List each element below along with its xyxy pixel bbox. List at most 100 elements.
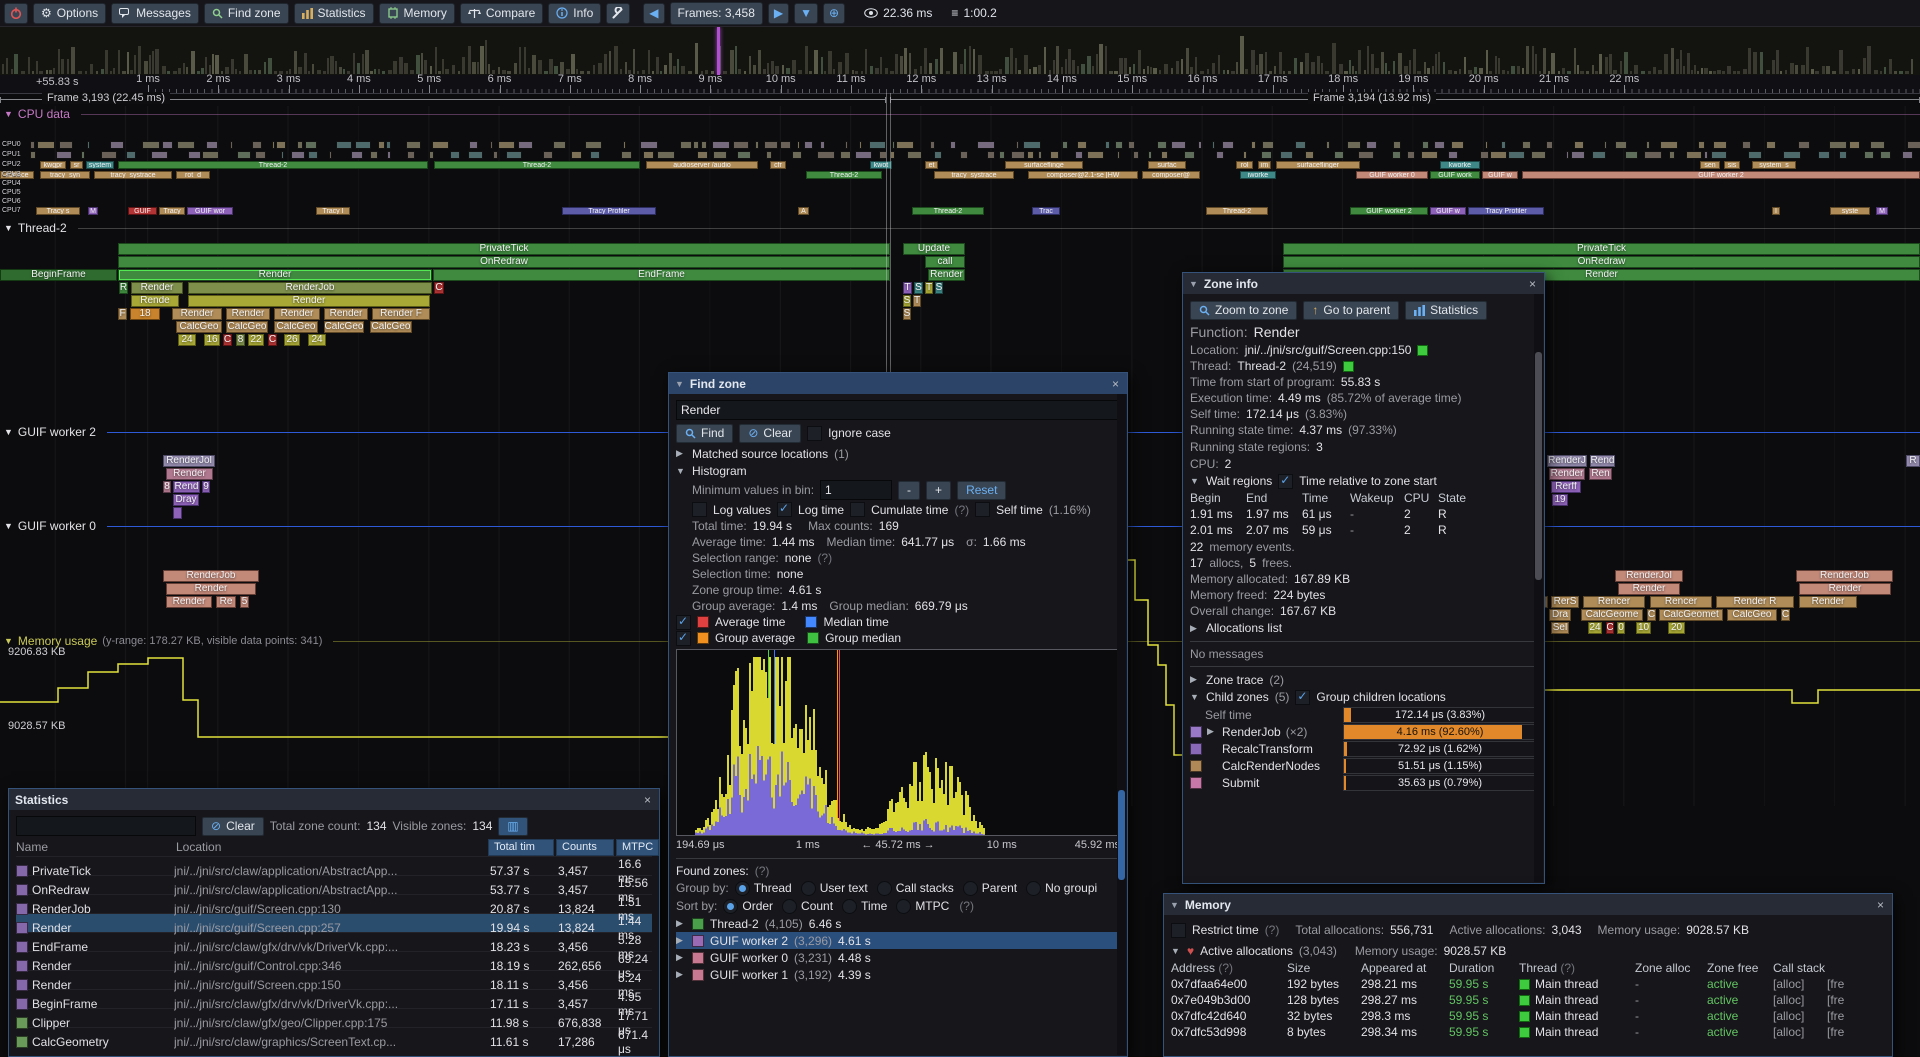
timeline-zone[interactable]: Thread-2 <box>912 207 984 215</box>
column-zone-free[interactable]: Zone free <box>1707 961 1773 975</box>
timeline-zone[interactable]: Rencer <box>1650 596 1712 608</box>
timeline-zone[interactable]: Tracy <box>159 207 185 215</box>
timeline-zone[interactable]: GUIF worker 0 <box>1356 171 1428 179</box>
clear-button[interactable]: ⊘ Clear <box>739 424 801 443</box>
timeline-zone[interactable]: GUIF <box>128 207 157 215</box>
scrollbar[interactable] <box>1117 394 1126 1055</box>
stats-row[interactable]: PrivateTick jni/../jni/src/claw/applicat… <box>16 856 652 875</box>
column-total-time[interactable]: Total tim <box>488 839 554 856</box>
timeline-zone[interactable]: call <box>925 256 965 268</box>
allocation-row[interactable]: 0x7dfc53d998 8 bytes 298.34 ms 59.95 s M… <box>1171 1024 1885 1040</box>
timeline-zone[interactable]: CalcGeo <box>274 321 318 333</box>
column-mtpc[interactable]: MTPC <box>616 839 659 856</box>
allocation-row[interactable]: 0x7dfaa64e00 192 bytes 298.21 ms 59.95 s… <box>1171 976 1885 992</box>
allocation-address[interactable]: 0x7dfc53d998 <box>1171 1025 1287 1039</box>
cumulate-time-checkbox[interactable] <box>850 502 865 517</box>
alloc-call-stack-link[interactable]: [alloc] <box>1773 1025 1827 1039</box>
timeline-zone[interactable]: Tracy Profiler <box>562 207 656 215</box>
show-group-average-checkbox[interactable] <box>676 631 691 646</box>
wait-region-row[interactable]: 2.01 ms2.07 ms 59 μs- 2R <box>1190 522 1537 538</box>
find-button[interactable]: Find <box>676 424 733 443</box>
free-call-stack-link[interactable]: [fre <box>1827 1009 1885 1023</box>
statistics-button[interactable]: Statistics <box>294 3 374 24</box>
timeline-zone[interactable]: Render <box>928 269 965 281</box>
column-thread[interactable]: Thread (?) <box>1519 961 1635 975</box>
zone-trace-label[interactable]: Zone trace <box>1206 673 1263 687</box>
compare-button[interactable]: Compare <box>460 3 543 24</box>
restrict-time-checkbox[interactable] <box>1171 923 1186 938</box>
timeline-zone[interactable]: T <box>913 295 921 307</box>
collapse-icon[interactable]: ▼ <box>4 521 13 531</box>
show-average-checkbox[interactable] <box>676 615 691 630</box>
group-by-radio[interactable]: User text <box>801 881 868 896</box>
timeline-zone[interactable]: PrivateTick <box>118 243 890 255</box>
timeline-zone[interactable]: CalcGeome <box>1581 609 1643 621</box>
expand-icon[interactable]: ▶ <box>676 969 686 980</box>
timeline-zone[interactable]: R <box>119 282 128 294</box>
min-values-input[interactable] <box>820 480 892 500</box>
close-icon[interactable]: × <box>1527 277 1538 291</box>
allocation-row[interactable]: 0x7dfc42d640 32 bytes 298.3 ms 59.95 s M… <box>1171 1008 1885 1024</box>
timeline-zone[interactable]: Rencer <box>1583 596 1645 608</box>
frame-3193-label[interactable]: Frame 3,193 (22.45 ms) <box>42 92 170 104</box>
collapse-icon[interactable]: ▼ <box>4 223 13 233</box>
zone-thread[interactable]: Thread-2 <box>1237 359 1286 373</box>
group-by-radio[interactable]: No groupi <box>1026 881 1097 896</box>
timeline-zone[interactable]: F <box>118 308 127 320</box>
timeline-zone[interactable]: S <box>903 308 911 320</box>
find-zone-histogram[interactable] <box>676 649 1120 836</box>
group-by-radio[interactable]: Call stacks <box>877 881 954 896</box>
timeline-zone[interactable]: GUIF wor <box>187 207 233 215</box>
timeline-zone[interactable]: Update <box>903 243 965 255</box>
timeline-zone[interactable]: Render <box>172 308 222 320</box>
column-counts[interactable]: Counts <box>556 839 614 856</box>
timeline-zone[interactable]: sis <box>1724 161 1740 169</box>
allocation-address[interactable]: 0x7e049b3d00 <box>1171 993 1287 1007</box>
child-zone-row[interactable]: Submit 35.63 μs (0.79%) <box>1190 774 1537 791</box>
zone-statistics-button[interactable]: Statistics <box>1405 301 1487 320</box>
ignore-case-checkbox[interactable] <box>807 426 822 441</box>
column-duration[interactable]: Duration <box>1449 961 1519 975</box>
timeline-zone[interactable]: RenderJol <box>163 455 215 467</box>
timeline-zone[interactable]: surfaceflinge <box>1005 161 1083 169</box>
timeline-zone[interactable]: Thread-2 <box>434 161 640 169</box>
frame-markers-row[interactable]: Frame 3,193 (22.45 ms) Frame 3,194 (13.9… <box>0 93 1920 106</box>
timeline-zone[interactable]: system_s <box>1752 161 1796 169</box>
timeline-zone[interactable]: BeginFrame <box>0 269 117 281</box>
group-by-radio[interactable]: Parent <box>963 881 1017 896</box>
column-call-stack[interactable]: Call stack <box>1773 961 1827 975</box>
zone-info-panel-titlebar[interactable]: ▼ Zone info × <box>1183 273 1544 294</box>
child-zone-row[interactable]: Self time 172.14 μs (3.83%) <box>1190 706 1537 723</box>
last-frame-button[interactable]: ▼ <box>794 3 818 24</box>
next-frame-button[interactable]: ▶ <box>768 3 789 24</box>
collapse-icon[interactable]: ▼ <box>4 109 13 119</box>
child-zones-label[interactable]: Child zones <box>1206 690 1269 704</box>
timeline-zone[interactable]: syste <box>1830 207 1870 215</box>
found-zones-thread-row[interactable]: ▶ GUIF worker 1 (3,192) 4.39 s <box>676 966 1120 983</box>
column-location[interactable]: Location <box>176 840 486 854</box>
timeline-zone[interactable]: C <box>434 282 444 294</box>
goto-frame-button[interactable]: ⊕ <box>823 3 845 24</box>
timeline-zone[interactable]: S <box>914 282 923 294</box>
timeline-zone[interactable]: kwot <box>870 161 892 169</box>
find-zone-button[interactable]: Find zone <box>204 3 289 24</box>
timeline-zone[interactable]: A <box>798 207 809 215</box>
timeline-zone[interactable]: Thread-2 <box>1206 207 1268 215</box>
expand-icon[interactable]: ▶ <box>1190 623 1200 634</box>
column-name[interactable]: Name <box>16 840 174 854</box>
frame-timeline-strip[interactable] <box>0 27 1920 76</box>
options-button[interactable]: ⚙ Options <box>33 3 106 24</box>
timeline-zone[interactable]: im <box>1258 161 1271 169</box>
timeline-zone[interactable]: kworke <box>1440 161 1480 169</box>
timeline-zone[interactable]: rot_d <box>176 171 210 179</box>
timeline-zone[interactable]: T <box>903 282 912 294</box>
timeline-zone[interactable]: Tracy I <box>316 207 350 215</box>
power-button[interactable] <box>4 3 28 24</box>
sort-by-radio[interactable]: MTPC <box>896 899 949 914</box>
timeline-zone[interactable]: C <box>1647 609 1656 621</box>
prev-frame-button[interactable]: ◀ <box>643 3 664 24</box>
find-zone-panel-titlebar[interactable]: ▼ Find zone × <box>669 373 1127 394</box>
timeline-zone[interactable]: Dray <box>173 494 199 506</box>
timeline-zone[interactable] <box>173 507 182 519</box>
timeline-zone[interactable]: 24 <box>1588 622 1602 634</box>
